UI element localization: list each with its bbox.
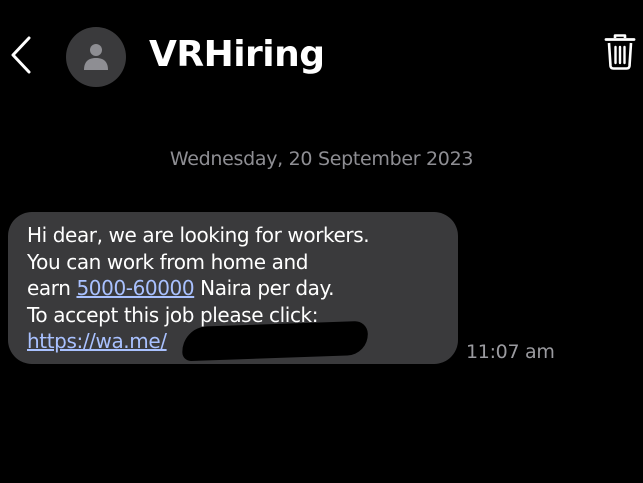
chevron-left-icon — [11, 36, 31, 74]
message-bubble[interactable]: Hi dear, we are looking for workers. You… — [8, 212, 458, 364]
amount-link[interactable]: 5000-60000 — [76, 276, 194, 300]
message-line: You can work from home and — [27, 249, 309, 274]
redaction-scribble — [181, 320, 369, 362]
message-line: Hi dear, we are looking for workers. — [27, 223, 370, 247]
contact-avatar[interactable] — [66, 27, 126, 87]
conversation-header: VRHiring — [0, 0, 643, 110]
delete-button[interactable] — [600, 30, 640, 74]
person-icon — [84, 44, 108, 70]
message-text: Naira per day. — [194, 276, 335, 300]
message-text: earn — [27, 276, 77, 300]
date-divider: Wednesday, 20 September 2023 — [169, 148, 474, 170]
message-line: earn 5000-60000 Naira per day. — [27, 275, 444, 302]
whatsapp-link[interactable]: https://wa.me/ — [27, 329, 167, 353]
message-line: To accept this job please click: — [27, 302, 319, 327]
trash-icon — [604, 34, 636, 70]
message-timestamp: 11:07 am — [466, 341, 555, 363]
contact-name: VRHiring — [149, 34, 325, 75]
back-button[interactable] — [4, 32, 38, 78]
